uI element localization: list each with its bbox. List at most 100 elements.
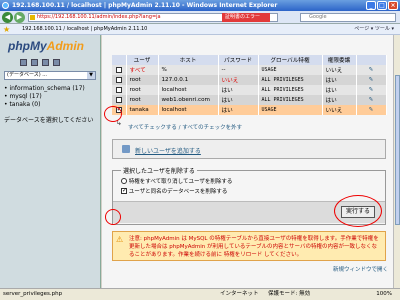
cell-host: % [158,65,219,75]
back-arrow-icon[interactable]: ◀ [2,12,13,23]
table-row[interactable]: root web1.obenri.com はい ALL PRIVILEGES はい ✎ [112,95,387,105]
edit-privileges-icon[interactable]: ✎ [369,87,374,93]
cell-check[interactable] [112,65,127,75]
cell-host: localhost [158,85,219,95]
warning-icon: ⚠ [116,235,124,244]
privilege-warning: ⚠ 注意: phpMyAdmin は MySQL の特権テーブルから直接ユーザの… [112,231,386,261]
tab-bar: ★ 192.168.100.11 / localhost | phpMyAdmi… [0,24,400,35]
cell-check[interactable] [112,105,127,115]
row-checkbox[interactable] [115,67,122,73]
table-row[interactable]: すべて% -- USAGE いいえ ✎ [112,65,387,75]
table-row[interactable]: tanakalocalhostはいUSAGEいいえ ✎ [112,105,387,115]
scrollbar-thumb[interactable] [395,75,400,225]
edit-privileges-icon[interactable]: ✎ [369,77,374,83]
protected-mode: 保護モード: 無効 [268,291,311,297]
add-user-link[interactable]: 新しいユーザを追加する [135,146,201,155]
db-item[interactable]: information_schema (17) [4,85,84,93]
arrow-up-icon: ↳ [116,119,122,127]
sql-docs-icon[interactable] [53,59,60,66]
cell-password: はい [218,105,259,115]
maximize-button[interactable]: □ [377,1,387,10]
edit-privileges-icon[interactable]: ✎ [369,107,374,113]
cell-action[interactable]: ✎ [356,95,387,105]
add-user-section: 新しいユーザを追加する [112,139,386,159]
cell-grant: いいえ [322,105,357,115]
edit-privileges-icon[interactable]: ✎ [369,67,374,73]
delete-legend: 選択したユーザを削除する [121,166,197,175]
cell-priv: ALL PRIVILEGES [258,75,323,85]
forward-arrow-icon[interactable]: ▶ [14,12,25,23]
revoke-label: 特権をすべて取り消してユーザを削除する [128,179,233,185]
minimize-button[interactable]: _ [366,1,376,10]
home-icon[interactable] [20,59,27,66]
edit-privileges-icon[interactable]: ✎ [369,97,374,103]
db-item[interactable]: tanaka (0) [4,101,85,109]
security-zone: インターネット [220,291,259,297]
delete-users-fieldset: 選択したユーザを削除する 特権をすべて取り消してユーザを削除する ユーザと同名の… [112,166,386,225]
cell-action[interactable]: ✎ [356,65,387,75]
table-row[interactable]: root localhost はい ALL PRIVILEGES はい ✎ [112,85,387,95]
address-bar: ◀ ▶ https://192.168.100.11/admin/index.p… [0,11,400,24]
row-checkbox[interactable] [115,87,122,93]
drop-db-option[interactable]: ユーザと同名のデータベースを削除する [121,187,227,195]
vertical-scrollbar[interactable] [393,35,400,288]
database-select[interactable]: (データベース) ... ▼ [4,71,96,80]
cert-error-badge[interactable]: 証明書のエラー [222,13,270,22]
favorites-star-icon[interactable]: ★ [3,24,10,35]
warning-text: 注意: phpMyAdmin は MySQL の特権テーブルから直接ユーザの特権… [129,236,379,258]
cell-user: tanaka [126,105,159,115]
cell-grant: はい [322,95,357,105]
cell-priv: ALL PRIVILEGES [258,85,323,95]
database-select-value: (データベース) ... [7,72,48,78]
row-checkbox[interactable] [115,77,122,83]
cell-check[interactable] [112,75,127,85]
window-titlebar: 192.168.100.11 / localhost | phpMyAdmin … [0,0,400,11]
col-user: ユーザ [126,55,159,65]
zoom-level[interactable]: 100% [376,289,392,300]
revoke-radio[interactable] [121,178,127,184]
col-grant: 権限委譲 [322,55,357,65]
phpmyadmin-logo[interactable]: phpMyAdmin [8,39,84,53]
cell-grant: はい [322,85,357,95]
cell-password: はい [218,95,259,105]
table-row[interactable]: root 127.0.0.1 いいえ ALL PRIVILEGES はい ✎ [112,75,387,85]
check-all-links[interactable]: すべてチェックする / すべてのチェックを外す [128,123,242,131]
query-window-icon[interactable] [31,59,38,66]
row-checkbox[interactable] [115,106,122,113]
cell-user: すべて [126,65,159,75]
status-bar: server_privileges.php インターネット 保護モード: 無効 … [0,288,400,300]
db-item[interactable]: mysql (17) [4,93,85,101]
cell-host: web1.obenri.com [158,95,219,105]
cell-password: はい [218,85,259,95]
col-global-priv: グローバル特権 [258,55,323,65]
cell-host: 127.0.0.1 [158,75,219,85]
add-user-icon [122,145,130,153]
cell-action[interactable]: ✎ [356,75,387,85]
drop-db-checkbox[interactable] [121,187,127,194]
docs-icon[interactable] [42,59,49,66]
cell-user: root [126,75,159,85]
close-button[interactable]: × [388,1,398,10]
col-check [112,55,127,65]
drop-db-label: ユーザと同名のデータベースを削除する [128,189,228,195]
tab-title[interactable]: 192.168.100.11 / localhost | phpMyAdmin … [22,24,147,35]
chevron-down-icon: ▼ [87,72,95,79]
execute-button[interactable]: 実行する [341,206,375,218]
toolbar-menus[interactable]: ページ ▾ ツール ▾ [354,24,394,35]
cell-check[interactable] [112,95,127,105]
revoke-option[interactable]: 特権をすべて取り消してユーザを削除する [121,177,232,185]
open-new-window-link[interactable]: 新規ウィンドウで開く [333,265,388,273]
nav-icons [20,59,60,66]
col-password: パスワード [218,55,259,65]
cell-password: いいえ [218,75,259,85]
users-table: ユーザ ホスト パスワード グローバル特権 権限委譲 すべて% -- USAGE いい… [112,55,387,115]
url-text: https://192.168.100.11/admin/index.php?l… [37,14,161,20]
cell-action[interactable]: ✎ [356,105,387,115]
row-checkbox[interactable] [115,97,122,103]
cell-action[interactable]: ✎ [356,85,387,95]
cell-priv: USAGE [258,65,323,75]
cell-check[interactable] [112,85,127,95]
main-content: ユーザ ホスト パスワード グローバル特権 権限委譲 すべて% -- USAGE いい… [102,35,400,288]
search-input[interactable]: Google [300,13,396,22]
status-text: server_privileges.php [3,291,63,297]
